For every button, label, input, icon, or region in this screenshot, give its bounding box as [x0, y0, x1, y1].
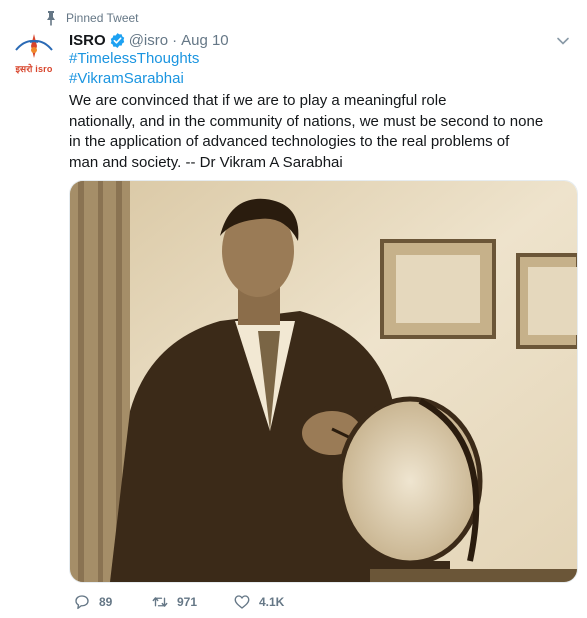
separator-dot: · [172, 31, 178, 49]
avatar[interactable]: इसरो isro [8, 32, 60, 88]
pinned-label: Pinned Tweet [66, 11, 139, 25]
verified-badge-icon [110, 32, 124, 48]
isro-logo-icon [15, 34, 53, 58]
tweet-text-line: in the application of advanced technolog… [69, 133, 510, 150]
retweet-button[interactable]: 971 [151, 593, 197, 611]
avatar-text: इसरो isro [15, 64, 53, 74]
sepia-portrait-image [70, 181, 577, 582]
tweet-header: ISRO @isro · Aug 10 [69, 30, 229, 50]
hashtag-link[interactable]: #VikramSarabhai [69, 70, 184, 87]
tweet-photo[interactable] [69, 180, 578, 583]
tweet-text-line: man and society. -- Dr Vikram A Sarabhai [69, 153, 343, 171]
hashtag-link[interactable]: #TimelessThoughts [69, 50, 199, 67]
author-handle[interactable]: @isro [129, 32, 168, 49]
pin-icon [47, 11, 55, 26]
tweet-date[interactable]: Aug 10 [181, 32, 229, 49]
pinned-indicator: Pinned Tweet [44, 9, 139, 27]
tweet-text-line: We are convinced that if we are to play … [69, 92, 447, 109]
like-count: 4.1K [259, 595, 285, 609]
heart-icon [234, 595, 250, 609]
retweet-count: 971 [177, 595, 198, 609]
author-name[interactable]: ISRO [69, 32, 106, 49]
like-button[interactable]: 4.1K [233, 593, 284, 611]
chevron-down-icon[interactable] [556, 34, 570, 48]
tweet-text-line: nationally, and in the community of nati… [69, 112, 544, 130]
reply-button[interactable]: 89 [73, 593, 112, 611]
reply-count: 89 [99, 595, 113, 609]
reply-icon [75, 595, 89, 610]
tweet-text: We are convinced that if we are to play … [69, 91, 569, 173]
retweet-icon [152, 597, 168, 607]
tweet-card[interactable]: Pinned Tweet इसरो isro ISRO @isro · Aug … [0, 0, 587, 618]
